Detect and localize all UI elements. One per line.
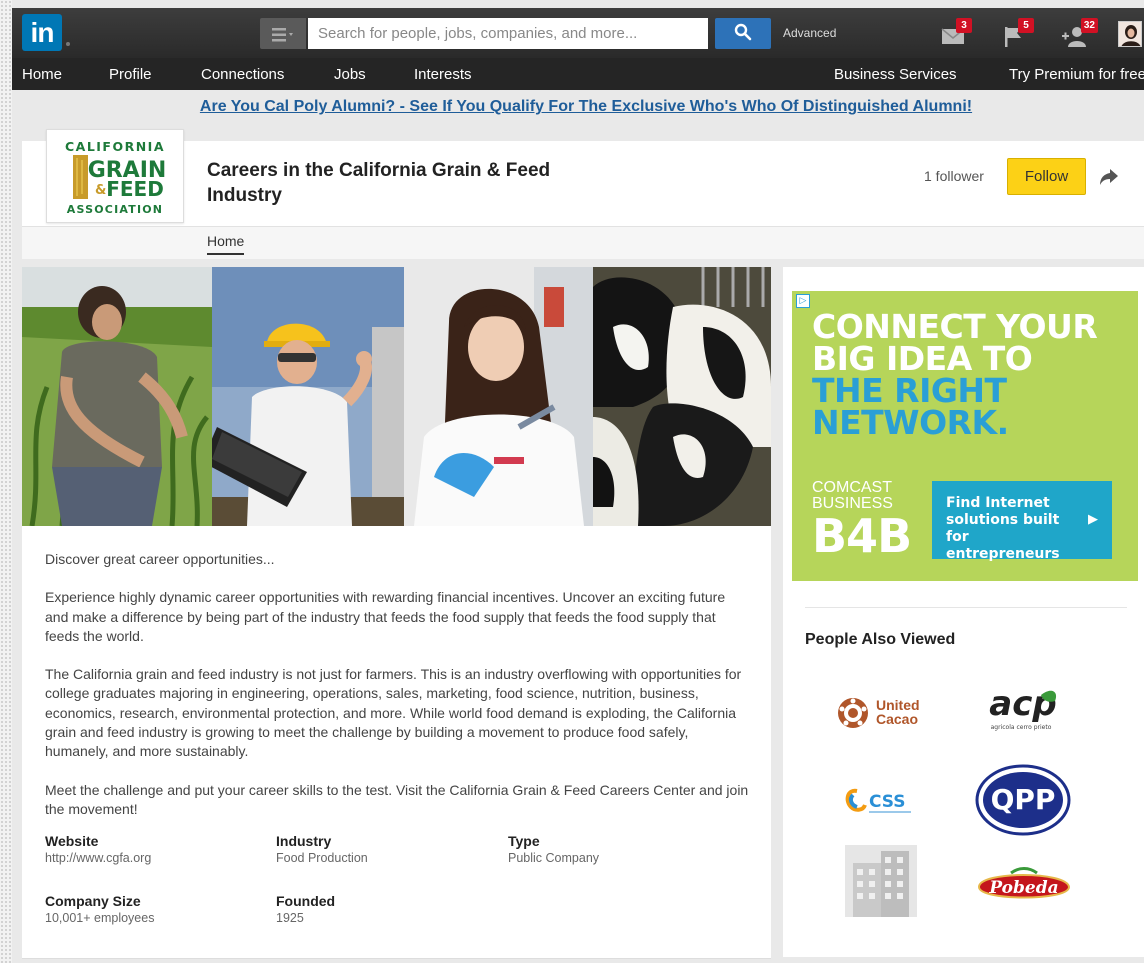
css-logo: CSS [845, 788, 911, 813]
nav-home[interactable]: Home [22, 66, 62, 83]
fact-label: Founded [276, 893, 336, 909]
company-header: CALIFORNIA GRAIN & FEED ASSOCIATION Care… [22, 129, 1144, 259]
fact-industry: Industry Food Production [276, 833, 496, 865]
promo-banner: Are You Cal Poly Alumni? - See If You Qu… [0, 98, 1144, 116]
related-company-qpp[interactable]: QPP [971, 763, 1091, 836]
logo-line-4: ASSOCIATION [67, 203, 163, 216]
ad-choices-icon[interactable]: ▷ [796, 294, 810, 308]
hero-photo-cows [593, 267, 771, 526]
promo-link[interactable]: Are You Cal Poly Alumni? - See If You Qu… [200, 98, 972, 115]
ad-headline: CONNECT YOUR BIG IDEA TO THE RIGHT NETWO… [812, 307, 1098, 442]
svg-text:agricola cerro prieto: agricola cerro prieto [991, 724, 1052, 731]
logo-line-1: CALIFORNIA [65, 139, 165, 154]
company-description: Discover great career opportunities... E… [45, 550, 750, 838]
acp-logo: acp agricola cerro prieto [989, 684, 1056, 731]
hero-photo-engineer [212, 267, 404, 526]
united-cacao-logo: United Cacao [838, 697, 920, 728]
fact-founded: Founded 1925 [276, 893, 496, 925]
fact-label: Company Size [45, 893, 141, 909]
fact-value: Food Production [276, 851, 368, 865]
people-also-viewed-title: People Also Viewed [805, 631, 956, 648]
pobeda-logo: Pobeda [977, 867, 1071, 899]
related-company-acp[interactable]: acp agricola cerro prieto [971, 677, 1091, 747]
svg-text:&: & [95, 183, 106, 198]
connections-count-badge: 32 [1080, 18, 1098, 33]
share-arrow-icon [1100, 169, 1118, 185]
nav-interests[interactable]: Interests [414, 66, 472, 83]
nav-business-services[interactable]: Business Services [834, 66, 957, 83]
page-margin [0, 0, 12, 963]
fact-company-size: Company Size 10,001+ employees [45, 893, 265, 925]
related-company-pobeda[interactable]: Pobeda [971, 853, 1091, 923]
nav-connections[interactable]: Connections [201, 66, 284, 83]
cgfa-logo-graphic: CALIFORNIA GRAIN & FEED ASSOCIATION [65, 139, 166, 216]
logo-dropdown-icon[interactable] [66, 42, 70, 46]
nav-profile[interactable]: Profile [109, 66, 152, 83]
fact-value: 1925 [276, 911, 304, 925]
comcast-advertisement[interactable]: ▷ CONNECT YOUR BIG IDEA TO THE RIGHT NET… [792, 291, 1138, 581]
description-paragraph: The California grain and feed industry i… [45, 666, 742, 760]
share-button[interactable] [1099, 168, 1119, 191]
description-paragraph: Meet the challenge and put your career s… [45, 781, 749, 817]
fact-value: 10,001+ employees [45, 911, 155, 925]
hero-photo-farmer [22, 267, 212, 526]
section-divider [805, 607, 1127, 608]
svg-text:QPP: QPP [991, 783, 1056, 816]
nav-jobs[interactable]: Jobs [334, 66, 366, 83]
fact-value: Public Company [508, 851, 600, 865]
right-rail: ▷ CONNECT YOUR BIG IDEA TO THE RIGHT NET… [783, 267, 1144, 957]
user-photo-icon [1121, 25, 1141, 46]
play-arrow-icon: ▶ [1088, 512, 1098, 527]
related-company-united-cacao[interactable]: United Cacao [823, 677, 943, 747]
website-link[interactable]: http://www.cgfa.org [45, 851, 265, 865]
svg-text:CSS: CSS [869, 792, 906, 812]
profile-avatar[interactable] [1118, 21, 1142, 47]
qpp-logo: QPP [975, 764, 1071, 836]
ad-brand-logo: B4B [812, 509, 912, 563]
fact-type: Type Public Company [508, 833, 728, 865]
menu-icon [272, 27, 293, 41]
follow-button[interactable]: Follow [1007, 158, 1086, 195]
svg-text:Cacao: Cacao [876, 711, 918, 727]
search-category-button[interactable] [260, 18, 306, 49]
logo-line-3: FEED [106, 177, 164, 201]
notifications-button[interactable]: 5 [1002, 18, 1034, 48]
fact-label: Industry [276, 833, 332, 849]
ad-brand: COMCAST BUSINESS [812, 479, 893, 512]
fact-website: Website http://www.cgfa.org [45, 833, 265, 865]
svg-text:Pobeda: Pobeda [988, 878, 1058, 898]
main-navigation: Home Profile Connections Jobs Interests … [12, 58, 1144, 90]
nav-try-premium[interactable]: Try Premium for free [1009, 66, 1144, 83]
description-paragraph: Discover great career opportunities... [45, 551, 275, 567]
advanced-search-link[interactable]: Advanced [783, 26, 836, 40]
search-icon [734, 23, 752, 41]
related-company-css[interactable]: CSS [823, 767, 943, 837]
related-company-placeholder[interactable] [845, 845, 917, 917]
connections-requests-button[interactable]: 32 [1062, 18, 1098, 48]
notifications-count-badge: 5 [1018, 18, 1034, 33]
company-name: Careers in the California Grain & Feed I… [207, 160, 551, 206]
description-paragraph: Experience highly dynamic career opportu… [45, 589, 726, 644]
messages-button[interactable]: 3 [940, 18, 972, 48]
tab-home[interactable]: Home [207, 233, 245, 255]
linkedin-logo[interactable]: in [22, 14, 62, 51]
follower-count[interactable]: 1 follower [924, 168, 984, 184]
building-icon [845, 845, 917, 917]
ad-cta-button[interactable]: Find Internet solutions built for entrep… [932, 481, 1112, 562]
svg-text:acp: acp [989, 684, 1056, 724]
search-input[interactable] [308, 18, 708, 49]
hero-image [22, 267, 771, 526]
company-logo[interactable]: CALIFORNIA GRAIN & FEED ASSOCIATION [46, 129, 184, 223]
fact-label: Type [508, 833, 540, 849]
company-overview-card: Discover great career opportunities... E… [22, 267, 771, 959]
messages-count-badge: 3 [956, 18, 972, 33]
search-button[interactable] [715, 18, 771, 49]
global-header: in Advanced 3 5 [12, 8, 1144, 58]
fact-label: Website [45, 833, 99, 849]
hero-photo-scientist [404, 267, 593, 526]
company-tabs: Home [22, 226, 1144, 259]
